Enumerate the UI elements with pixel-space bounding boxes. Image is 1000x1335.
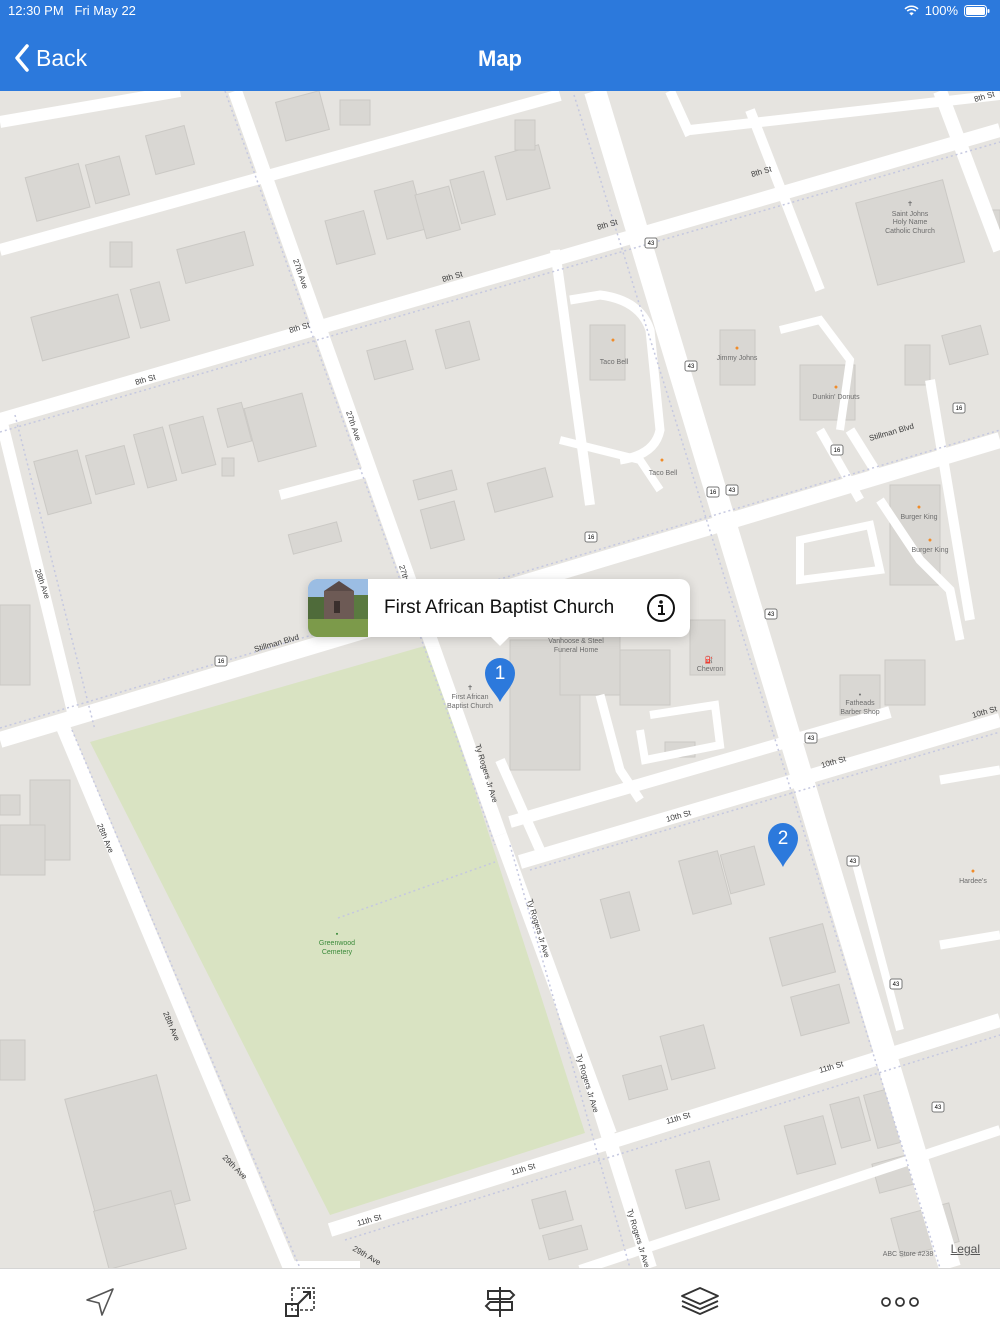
- callout-title: First African Baptist Church: [384, 597, 615, 618]
- status-time: 12:30 PM Fri May 22: [8, 3, 136, 18]
- svg-text:Holy Name: Holy Name: [893, 219, 928, 226]
- svg-text:●: ●: [735, 345, 739, 352]
- route-shield-43: 43: [846, 855, 860, 867]
- pin-label: 2: [777, 828, 789, 849]
- svg-text:Burger King: Burger King: [901, 514, 938, 521]
- svg-text:43: 43: [893, 982, 900, 988]
- svg-text:Cemetery: Cemetery: [322, 949, 353, 956]
- route-shield-43: 43: [889, 978, 903, 990]
- svg-text:Baptist Church: Baptist Church: [447, 703, 493, 710]
- status-indicators: 100%: [904, 3, 990, 18]
- svg-text:✝: ✝: [467, 684, 473, 692]
- zoom-extent-button[interactable]: [270, 1277, 330, 1327]
- route-shield-16: 16: [830, 444, 844, 456]
- route-shield-43: 43: [931, 1101, 945, 1113]
- svg-text:43: 43: [808, 736, 815, 742]
- info-icon[interactable]: [646, 593, 676, 623]
- svg-text:43: 43: [768, 612, 775, 618]
- svg-text:43: 43: [648, 241, 655, 247]
- svg-text:Taco Bell: Taco Bell: [600, 359, 629, 366]
- place-callout[interactable]: First African Baptist Church: [308, 579, 690, 646]
- svg-text:●: ●: [611, 337, 615, 344]
- route-shield-43: 43: [804, 732, 818, 744]
- svg-text:Greenwood: Greenwood: [319, 940, 355, 947]
- wifi-icon: [904, 5, 919, 16]
- battery-percent: 100%: [924, 3, 958, 18]
- route-shield-16: 16: [952, 402, 966, 414]
- route-shield-43: 43: [764, 608, 778, 620]
- svg-text:Vanhoose & Steel: Vanhoose & Steel: [548, 638, 604, 645]
- svg-text:ABC Store #238: ABC Store #238: [883, 1251, 934, 1258]
- signpost-icon: [484, 1287, 516, 1317]
- svg-text:●: ●: [928, 537, 932, 544]
- expand-icon: [285, 1287, 315, 1317]
- route-shield-43: 43: [725, 484, 739, 496]
- pin-label: 1: [494, 663, 506, 684]
- svg-text:●: ●: [660, 457, 664, 464]
- svg-text:43: 43: [688, 364, 695, 370]
- route-shield-16: 16: [214, 655, 228, 667]
- svg-text:Jimmy Johns: Jimmy Johns: [717, 355, 758, 362]
- svg-text:16: 16: [834, 448, 841, 454]
- route-shield-16: 16: [706, 486, 720, 498]
- svg-text:✝: ✝: [907, 200, 913, 208]
- map-pin-1[interactable]: 1: [483, 655, 517, 703]
- svg-text:Barber Shop: Barber Shop: [840, 709, 879, 716]
- svg-text:16: 16: [956, 406, 963, 412]
- svg-text:Funeral Home: Funeral Home: [554, 647, 598, 654]
- church-photo: [308, 579, 368, 637]
- svg-text:Chevron: Chevron: [697, 666, 724, 673]
- more-icon: [881, 1297, 919, 1307]
- svg-text:16: 16: [588, 535, 595, 541]
- more-button[interactable]: [870, 1277, 930, 1327]
- svg-text:Catholic Church: Catholic Church: [885, 228, 935, 235]
- poi-abc-store: ABC Store #238: [883, 1251, 934, 1258]
- svg-text:●: ●: [971, 868, 975, 875]
- svg-text:Saint Johns: Saint Johns: [892, 211, 929, 218]
- bottom-toolbar: [0, 1268, 1000, 1335]
- page-title: Map: [478, 46, 522, 71]
- layers-icon: [681, 1287, 719, 1315]
- svg-text:43: 43: [935, 1105, 942, 1111]
- battery-icon: [964, 4, 990, 17]
- svg-text:Fatheads: Fatheads: [845, 700, 875, 707]
- svg-text:●: ●: [834, 384, 838, 391]
- svg-text:Taco Bell: Taco Bell: [649, 470, 678, 477]
- map-pin-2[interactable]: 2: [766, 820, 800, 868]
- svg-text:Dunkin' Donuts: Dunkin' Donuts: [812, 394, 860, 401]
- svg-text:Hardee's: Hardee's: [959, 878, 987, 885]
- location-button[interactable]: [70, 1277, 130, 1327]
- legal-link[interactable]: Legal: [951, 1242, 980, 1256]
- svg-text:16: 16: [710, 490, 717, 496]
- route-shield-16: 16: [584, 531, 598, 543]
- layers-button[interactable]: [670, 1277, 730, 1327]
- location-arrow-icon: [86, 1288, 114, 1316]
- svg-text:Burger King: Burger King: [912, 547, 949, 554]
- directions-button[interactable]: [470, 1277, 530, 1327]
- route-shield-43: 43: [644, 237, 658, 249]
- svg-text:43: 43: [729, 488, 736, 494]
- svg-text:●: ●: [917, 504, 921, 511]
- navigation-bar: 12:30 PM Fri May 22 100% Back Map: [0, 0, 1000, 91]
- svg-text:16: 16: [218, 659, 225, 665]
- svg-text:43: 43: [850, 859, 857, 865]
- route-shield-43: 43: [684, 360, 698, 372]
- svg-text:⛽: ⛽: [705, 655, 714, 664]
